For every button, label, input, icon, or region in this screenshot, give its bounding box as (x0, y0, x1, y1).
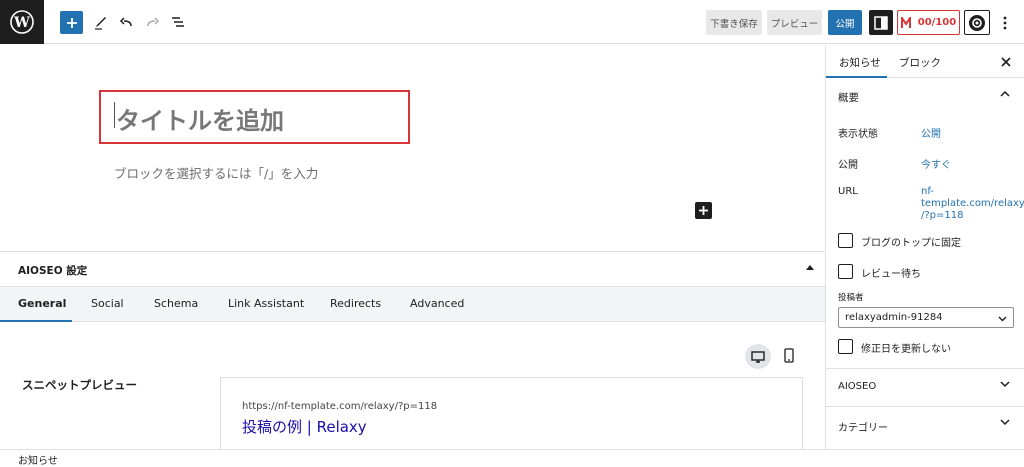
preview-button[interactable]: プレビュー (767, 10, 822, 35)
active-tab-indicator (0, 320, 72, 322)
list-view-icon (172, 17, 184, 27)
plus-icon (699, 206, 708, 215)
plus-icon (66, 17, 77, 28)
save-draft-button[interactable]: 下書き保存 (706, 10, 762, 35)
tab-general[interactable]: General (18, 297, 66, 310)
tab-advanced[interactable]: Advanced (410, 297, 464, 310)
publish-date-link[interactable]: 今すぐ (921, 156, 951, 171)
sticky-label: ブログのトップに固定 (861, 238, 961, 249)
tab-redirects[interactable]: Redirects (330, 297, 381, 310)
wordpress-logo-button[interactable]: W (0, 0, 44, 44)
snippet-preview-label: スニペットプレビュー (22, 378, 137, 392)
sidebar-section-aioseo[interactable]: AIOSEO (826, 368, 1024, 406)
mobile-icon[interactable] (784, 348, 794, 363)
permalink-line: /?p=118 (921, 210, 964, 221)
permalink-link[interactable]: nf- template.com/relaxy /?p=118 (921, 186, 1024, 222)
close-icon[interactable] (1000, 56, 1012, 68)
more-options-button[interactable] (998, 10, 1012, 35)
chevron-down-icon (1000, 419, 1010, 426)
aioseo-score-button[interactable]: 00/100 (897, 10, 960, 35)
snippet-title: 投稿の例 | Relaxy (242, 418, 367, 436)
snippet-url: https://nf-template.com/relaxy/?p=118 (242, 401, 438, 412)
footer-breadcrumb-bar: お知らせ (0, 449, 1024, 467)
aioseo-gear-icon (969, 14, 985, 31)
tools-button[interactable] (90, 11, 112, 33)
redo-icon (147, 17, 160, 27)
block-inserter-button[interactable] (695, 202, 712, 219)
permalink-line: template.com/relaxy (921, 198, 1024, 209)
author-label: 投稿者 (838, 293, 864, 303)
visibility-label: 表示状態 (838, 129, 878, 140)
publish-label: 公開 (838, 160, 858, 171)
block-placeholder[interactable]: ブロックを選択するには「/」を入力 (114, 163, 318, 182)
post-title-input[interactable]: タイトルを追加 (116, 101, 284, 136)
sidebar-tab-block[interactable]: ブロック (899, 55, 941, 70)
chevron-down-icon (998, 316, 1007, 322)
pending-review-label: レビュー待ち (861, 269, 921, 280)
author-selected-value: relaxyadmin-91284 (845, 312, 943, 323)
aioseo-score-value: 00/100 (917, 17, 957, 28)
desktop-icon (751, 350, 765, 363)
text-caret (114, 102, 115, 128)
summary-section-title[interactable]: 概要 (838, 90, 859, 105)
undo-icon (119, 17, 132, 27)
permalink-line: nf- (921, 186, 934, 197)
sticky-checkbox[interactable] (838, 233, 853, 248)
aioseo-settings-panel: AIOSEO 設定 General Social Schema Link Ass… (0, 251, 825, 457)
aioseo-menu-button[interactable] (964, 10, 990, 35)
no-modified-date-label: 修正日を更新しない (861, 344, 951, 355)
vertical-ellipsis-icon (1003, 16, 1007, 29)
svg-text:W: W (13, 15, 30, 31)
aioseo-tabs: General Social Schema Link Assistant Red… (0, 286, 825, 322)
wordpress-icon: W (10, 10, 34, 34)
visibility-link[interactable]: 公開 (921, 125, 941, 140)
editor-canvas: タイトルを追加 ブロックを選択するには「/」を入力 (0, 45, 825, 251)
author-select[interactable]: relaxyadmin-91284 (838, 307, 1014, 328)
breadcrumb[interactable]: お知らせ (18, 452, 58, 467)
aioseo-panel-title: AIOSEO 設定 (18, 265, 88, 277)
sidebar-icon (874, 15, 888, 30)
publish-button[interactable]: 公開 (828, 10, 862, 35)
redo-button[interactable] (141, 11, 163, 33)
chevron-down-icon (1000, 381, 1010, 388)
aioseo-panel-header[interactable]: AIOSEO 設定 (0, 252, 825, 286)
active-tab-indicator (826, 76, 887, 78)
chevron-up-icon[interactable] (1000, 90, 1010, 97)
caret-up-icon[interactable] (806, 264, 814, 270)
url-label: URL (838, 186, 858, 197)
section-label: カテゴリー (838, 423, 888, 434)
settings-toggle-button[interactable] (869, 10, 893, 35)
section-label: AIOSEO (838, 381, 877, 392)
tab-link-assistant[interactable]: Link Assistant (228, 297, 304, 310)
settings-sidebar: お知らせ ブロック 概要 表示状態 公開 公開 今すぐ URL nf- temp… (825, 45, 1024, 449)
sidebar-section-categories[interactable]: カテゴリー (826, 406, 1024, 444)
editor-topbar: W 下書き保存 プレビュー 公開 00/100 (0, 0, 1024, 44)
no-modified-date-checkbox[interactable] (838, 339, 853, 354)
add-block-button[interactable] (60, 11, 83, 34)
pencil-icon (95, 17, 106, 30)
aioseo-score-icon (900, 16, 911, 28)
tab-social[interactable]: Social (91, 297, 124, 310)
undo-button[interactable] (116, 11, 138, 33)
sidebar-tabs: お知らせ ブロック (826, 45, 1024, 78)
desktop-preview-button[interactable] (745, 344, 771, 369)
pending-review-checkbox[interactable] (838, 264, 853, 279)
tab-schema[interactable]: Schema (154, 297, 198, 310)
sidebar-tab-post[interactable]: お知らせ (839, 55, 881, 70)
document-overview-button[interactable] (167, 11, 189, 33)
